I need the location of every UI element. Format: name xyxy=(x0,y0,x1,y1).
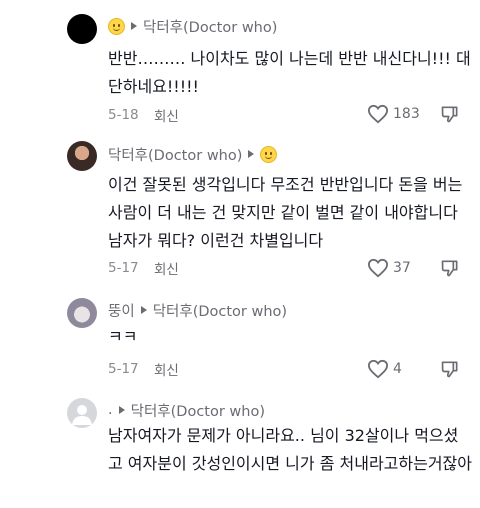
like-button[interactable]: 4 xyxy=(367,359,427,379)
avatar[interactable] xyxy=(67,398,97,428)
like-count: 37 xyxy=(393,260,411,276)
comment-header: 닥터후(Doctor who) xyxy=(108,15,277,37)
comment-date: 5-17 xyxy=(108,361,139,377)
like-count: 183 xyxy=(393,106,420,122)
heart-outline-icon xyxy=(367,359,389,379)
comment-author[interactable]: . xyxy=(108,402,113,418)
heart-outline-icon xyxy=(367,258,389,278)
triangle-right-icon xyxy=(140,306,147,314)
comment-date: 5-17 xyxy=(108,260,139,276)
thumbs-down-icon xyxy=(441,361,458,378)
reply-button[interactable]: 회신 xyxy=(154,105,179,125)
dislike-button[interactable] xyxy=(440,359,460,383)
reply-to-name[interactable]: 닥터후(Doctor who) xyxy=(131,400,265,421)
comment-text: 남자여자가 문제가 아니라요.. 님이 32살이나 먹으셨고 여자분이 갓성인이… xyxy=(108,426,472,473)
comment-text: ㅋㅋ xyxy=(108,327,138,346)
reply-to-name[interactable]: 닥터후(Doctor who) xyxy=(143,16,277,37)
smiley-emoji-icon xyxy=(260,145,278,163)
avatar[interactable] xyxy=(67,298,97,328)
like-button[interactable]: 183 xyxy=(367,104,427,124)
reply-button[interactable]: 회신 xyxy=(154,258,179,278)
dislike-button[interactable] xyxy=(440,258,460,282)
triangle-right-icon xyxy=(118,406,125,414)
reply-button[interactable]: 회신 xyxy=(154,359,179,379)
default-avatar-icon xyxy=(72,405,92,425)
avatar[interactable] xyxy=(67,14,97,44)
triangle-right-icon xyxy=(131,22,137,30)
smiley-emoji-icon xyxy=(108,17,125,35)
triangle-right-icon xyxy=(248,150,255,158)
comment-date: 5-18 xyxy=(108,107,139,123)
thumbs-down-icon xyxy=(441,260,458,277)
avatar[interactable] xyxy=(67,141,97,171)
like-button[interactable]: 37 xyxy=(367,258,427,278)
comment-header: . 닥터후(Doctor who) xyxy=(108,399,265,421)
comment-header: 닥터후(Doctor who) xyxy=(108,143,278,165)
reply-to-name[interactable]: 닥터후(Doctor who) xyxy=(153,300,287,321)
comment-text: 이건 잘못된 생각입니다 무조건 반반입니다 돈을 버는 사람이 더 내는 건 … xyxy=(108,175,463,250)
like-count: 4 xyxy=(393,361,402,377)
dislike-button[interactable] xyxy=(440,104,460,128)
heart-outline-icon xyxy=(367,104,389,124)
comment-header: 뚱이 닥터후(Doctor who) xyxy=(108,299,287,321)
thumbs-down-icon xyxy=(441,106,458,123)
comment-author[interactable]: 뚱이 xyxy=(108,300,135,321)
comment-author[interactable]: 닥터후(Doctor who) xyxy=(108,144,242,165)
comment-text: 반반……… 나이차도 많이 나는데 반반 내신다니!!! 대단하네요!!!!! xyxy=(108,49,471,96)
